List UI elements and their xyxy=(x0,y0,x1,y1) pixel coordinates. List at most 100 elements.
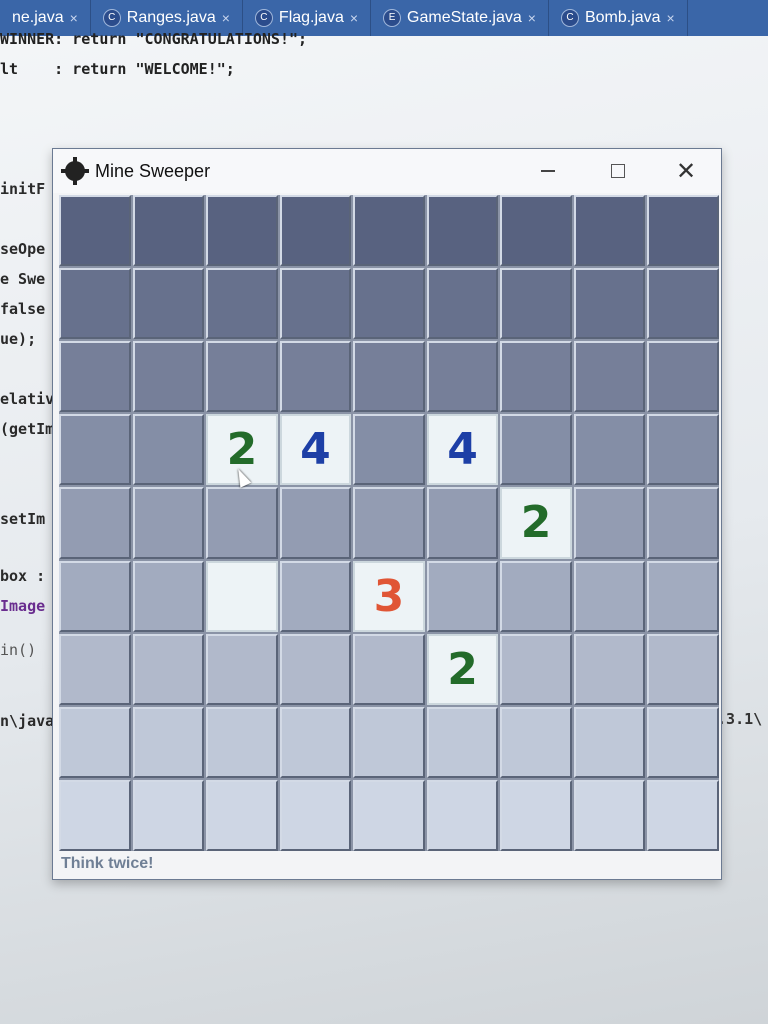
opened-cell: 2 xyxy=(500,487,572,559)
closed-cell[interactable] xyxy=(426,195,499,267)
closed-cell[interactable] xyxy=(426,706,499,778)
closed-cell[interactable] xyxy=(132,341,205,413)
java-enum-icon: E xyxy=(383,9,402,27)
closed-cell[interactable] xyxy=(353,268,425,340)
closed-cell[interactable] xyxy=(426,560,499,632)
closed-cell[interactable] xyxy=(426,341,499,413)
tab-close-icon[interactable]: × xyxy=(70,10,78,26)
closed-cell[interactable] xyxy=(59,706,131,778)
opened-cell: 4 xyxy=(426,414,499,486)
closed-cell[interactable] xyxy=(132,706,205,778)
closed-cell[interactable] xyxy=(573,779,646,851)
opened-cell: 2 xyxy=(426,633,499,705)
closed-cell[interactable] xyxy=(647,414,719,486)
tab-bomb-java[interactable]: C Bomb.java × xyxy=(549,0,688,36)
closed-cell[interactable] xyxy=(573,487,646,559)
closed-cell[interactable] xyxy=(500,268,572,340)
code-fragment: n\java xyxy=(0,712,55,730)
closed-cell[interactable] xyxy=(647,195,719,267)
closed-cell[interactable] xyxy=(132,633,205,705)
closed-cell[interactable] xyxy=(426,268,499,340)
closed-cell[interactable] xyxy=(647,560,719,632)
tab-close-icon[interactable]: × xyxy=(667,10,675,26)
close-button[interactable]: ✕ xyxy=(656,149,716,193)
closed-cell[interactable] xyxy=(206,195,278,267)
closed-cell[interactable] xyxy=(500,633,572,705)
closed-cell[interactable] xyxy=(353,341,425,413)
tab-close-icon[interactable]: × xyxy=(222,10,230,26)
opened-cell xyxy=(206,560,278,632)
closed-cell[interactable] xyxy=(279,487,352,559)
closed-cell[interactable] xyxy=(353,414,425,486)
tab-close-icon[interactable]: × xyxy=(350,10,358,26)
closed-cell[interactable] xyxy=(647,633,719,705)
maximize-icon xyxy=(611,164,625,178)
status-label: Think twice! xyxy=(61,855,154,872)
closed-cell[interactable] xyxy=(59,341,131,413)
closed-cell[interactable] xyxy=(573,414,646,486)
closed-cell[interactable] xyxy=(500,195,572,267)
screen: ne.java × C Ranges.java × C Flag.java × … xyxy=(0,0,768,1024)
closed-cell[interactable] xyxy=(279,195,352,267)
closed-cell[interactable] xyxy=(132,268,205,340)
closed-cell[interactable] xyxy=(59,414,131,486)
closed-cell[interactable] xyxy=(500,341,572,413)
closed-cell[interactable] xyxy=(132,414,205,486)
tab-close-icon[interactable]: × xyxy=(528,10,536,26)
closed-cell[interactable] xyxy=(132,779,205,851)
closed-cell[interactable] xyxy=(279,560,352,632)
closed-cell[interactable] xyxy=(59,268,131,340)
closed-cell[interactable] xyxy=(647,268,719,340)
closed-cell[interactable] xyxy=(279,779,352,851)
minimize-icon xyxy=(541,170,555,172)
closed-cell[interactable] xyxy=(647,341,719,413)
closed-cell[interactable] xyxy=(647,487,719,559)
closed-cell[interactable] xyxy=(206,633,278,705)
closed-cell[interactable] xyxy=(59,560,131,632)
closed-cell[interactable] xyxy=(279,633,352,705)
closed-cell[interactable] xyxy=(206,341,278,413)
closed-cell[interactable] xyxy=(353,706,425,778)
closed-cell[interactable] xyxy=(500,414,572,486)
closed-cell[interactable] xyxy=(500,560,572,632)
closed-cell[interactable] xyxy=(206,779,278,851)
closed-cell[interactable] xyxy=(353,633,425,705)
window-title-bar[interactable]: Mine Sweeper ✕ xyxy=(53,149,721,193)
closed-cell[interactable] xyxy=(647,779,719,851)
closed-cell[interactable] xyxy=(353,487,425,559)
closed-cell[interactable] xyxy=(573,633,646,705)
code-fragment: false xyxy=(0,300,46,318)
closed-cell[interactable] xyxy=(132,560,205,632)
closed-cell[interactable] xyxy=(353,195,425,267)
tab-gamestate-java[interactable]: E GameState.java × xyxy=(371,0,549,36)
closed-cell[interactable] xyxy=(573,560,646,632)
code-fragment: setIm xyxy=(0,510,46,528)
closed-cell[interactable] xyxy=(573,341,646,413)
minefield-grid: 244232 xyxy=(59,195,719,851)
closed-cell[interactable] xyxy=(206,487,278,559)
closed-cell[interactable] xyxy=(279,268,352,340)
closed-cell[interactable] xyxy=(132,195,205,267)
closed-cell[interactable] xyxy=(647,706,719,778)
closed-cell[interactable] xyxy=(426,779,499,851)
closed-cell[interactable] xyxy=(59,779,131,851)
maximize-button[interactable] xyxy=(588,149,648,193)
closed-cell[interactable] xyxy=(573,706,646,778)
closed-cell[interactable] xyxy=(279,706,352,778)
closed-cell[interactable] xyxy=(206,268,278,340)
closed-cell[interactable] xyxy=(500,706,572,778)
closed-cell[interactable] xyxy=(132,487,205,559)
closed-cell[interactable] xyxy=(426,487,499,559)
closed-cell[interactable] xyxy=(573,195,646,267)
closed-cell[interactable] xyxy=(59,633,131,705)
closed-cell[interactable] xyxy=(59,487,131,559)
closed-cell[interactable] xyxy=(573,268,646,340)
closed-cell[interactable] xyxy=(353,779,425,851)
minimize-button[interactable] xyxy=(518,149,578,193)
tab-label: ne.java xyxy=(12,9,64,26)
closed-cell[interactable] xyxy=(500,779,572,851)
closed-cell[interactable] xyxy=(279,341,352,413)
closed-cell[interactable] xyxy=(206,706,278,778)
closed-cell[interactable] xyxy=(59,195,131,267)
code-fragment: Image xyxy=(0,597,46,615)
